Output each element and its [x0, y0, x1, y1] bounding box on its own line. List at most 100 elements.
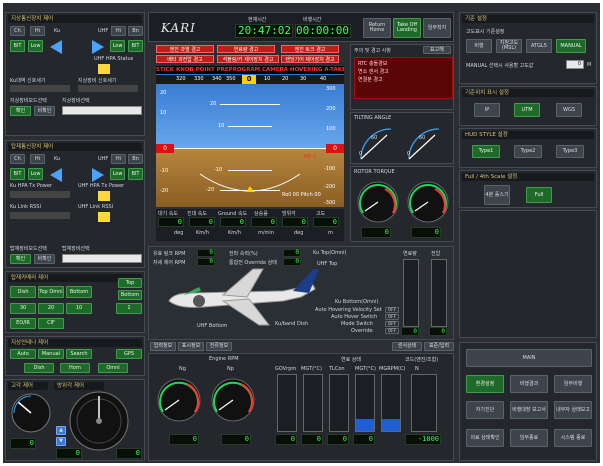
tab-current[interactable]: 전류정보 [206, 342, 232, 351]
bit-button-2[interactable]: BIT [128, 168, 143, 180]
flight-time-readout: 00:00:00 [295, 24, 351, 38]
hi-button-2[interactable]: Hi [111, 26, 126, 36]
col-label: N [415, 366, 419, 372]
low-button[interactable]: Low [28, 40, 43, 52]
takeoff-landing-button[interactable]: Take Off Landing [393, 18, 421, 38]
atgl-button[interactable]: ATGL5 [526, 39, 552, 53]
return-home-button[interactable]: Return Home [363, 18, 391, 38]
msl-button[interactable]: 지정고도(MSL) [496, 39, 522, 53]
wgs-button[interactable]: WGS [556, 103, 582, 117]
zoom-20-button[interactable]: 20 [38, 303, 64, 314]
bit-button-2[interactable]: BIT [128, 40, 143, 52]
tab-input[interactable]: 입력정보 [150, 342, 176, 351]
confirm-button[interactable]: 확인 [10, 106, 31, 116]
low-button-2[interactable]: Low [110, 168, 125, 180]
utm-button[interactable]: UTM [514, 103, 540, 117]
tilting-gauge-right: 0 60 [407, 128, 440, 160]
cif-button[interactable]: CIF [38, 318, 64, 329]
ch-button[interactable]: Ch [10, 26, 25, 36]
bottom-button-2[interactable]: Bottom [118, 290, 142, 300]
status-report-button[interactable]: 내부자 상태보고 [554, 401, 592, 419]
gauge-bar-5 [381, 374, 401, 432]
type1-button[interactable]: Type1 [472, 145, 500, 158]
arrow-left-icon[interactable] [50, 40, 62, 54]
flight-log-button[interactable]: 비행대장 보고서 [510, 401, 548, 419]
main-button[interactable]: MAIN [466, 349, 592, 367]
bit-button[interactable]: BIT [10, 40, 25, 52]
dish-button[interactable]: Dish [10, 286, 36, 298]
alarm-clear-button[interactable]: 표고해 [423, 46, 451, 54]
torque-gauge-left [357, 181, 399, 223]
tab-sensor[interactable]: 센서상태 [392, 342, 422, 351]
zoom-10-button[interactable]: 10 [66, 303, 92, 314]
readout-strip: 대기 속도 진대 속도 Ground 속도 상승률 방위각 고도 0 0 0 0… [156, 209, 344, 241]
unconfirm-button[interactable]: 비확인 [34, 106, 55, 116]
tab-standard[interactable]: 표준/입력 [424, 342, 454, 351]
speed-tick: -20 [160, 188, 169, 194]
flight-button[interactable]: 비행 [466, 39, 492, 53]
azimuth-gauge [69, 391, 129, 451]
fuel-status-header: 연료 상태 [341, 357, 361, 363]
bn-button[interactable]: Bn [128, 154, 143, 164]
low-button[interactable]: Low [28, 168, 43, 180]
switch-value[interactable]: OFF [385, 328, 399, 334]
hud-style-panel: HUD STYLE 설정 Type1 Type2 Type3 [459, 128, 597, 168]
ng-readout: 0 [169, 434, 199, 445]
arrow-right-icon[interactable] [92, 40, 104, 54]
quarter-scale-button[interactable]: 4분 홀스기 [484, 185, 510, 205]
switch-value[interactable]: OFF [385, 321, 399, 327]
medical-button[interactable]: 의료 상태확인 [466, 429, 504, 447]
dish-button[interactable]: Dish [24, 363, 54, 373]
down-button[interactable]: ▼ [56, 437, 66, 446]
eoir-button[interactable]: EO/IR [10, 318, 36, 329]
auto-button[interactable]: Auto [10, 349, 36, 359]
omni-button[interactable]: Omni [98, 363, 128, 373]
search-button[interactable]: Search [66, 349, 92, 359]
hi-button[interactable]: Hi [30, 154, 45, 164]
hi-button[interactable]: Hi [30, 26, 45, 36]
bottom-button[interactable]: Bottom [66, 286, 92, 298]
type3-button[interactable]: Type3 [556, 145, 584, 158]
mission-end-button[interactable]: 임무종료 [510, 429, 548, 447]
arrow-right-icon[interactable] [92, 168, 104, 182]
top-omni-button[interactable]: Top Omni [38, 286, 64, 298]
system-exit-button[interactable]: 시스템 종료 [554, 429, 592, 447]
equipment-select[interactable] [62, 106, 142, 115]
manual-button[interactable]: MANUAL [556, 39, 586, 53]
alt-box: 0 [326, 144, 344, 153]
low-button-2[interactable]: Low [110, 40, 125, 52]
manual-button[interactable]: Manual [38, 349, 64, 359]
fuel-bar [403, 259, 419, 327]
up-button[interactable]: ▲ [56, 426, 66, 435]
tab-display[interactable]: 표시정보 [178, 342, 204, 351]
type2-button[interactable]: Type2 [514, 145, 542, 158]
zoom-1-button[interactable]: 1 [116, 303, 142, 314]
equipment-select[interactable] [62, 254, 142, 263]
switch-value[interactable]: OFF [385, 314, 399, 320]
ip-button[interactable]: IP [474, 103, 500, 117]
bn-button[interactable]: Bn [128, 26, 143, 36]
env-settings-button[interactable]: 환경설정 [466, 375, 504, 393]
col-label: GOVrpm [275, 366, 297, 372]
manual-altitude-input[interactable]: 0 [566, 60, 584, 69]
mission-flight-button[interactable]: 임무비행 [554, 375, 592, 393]
top-button[interactable]: Top [118, 278, 142, 288]
ground-signal-label: 지상장비 신호세기 [78, 78, 117, 84]
switch-value[interactable]: OFF [385, 307, 399, 313]
link-rpm-readout: 0 [197, 249, 215, 257]
flight-result-button[interactable]: 비행결과 [510, 375, 548, 393]
hi-button-2[interactable]: Hi [111, 154, 126, 164]
confirm-button[interactable]: 확인 [10, 254, 31, 264]
mission-button[interactable]: 임무착지 [423, 18, 451, 38]
bit-button[interactable]: BIT [10, 168, 25, 180]
self-diagnosis-button[interactable]: 자기진단 [466, 401, 504, 419]
gps-button[interactable]: GPS [116, 349, 142, 359]
heading-tick: 30 [300, 76, 307, 82]
gauge-bar-4 [355, 374, 375, 432]
horn-button[interactable]: Horn [60, 363, 90, 373]
zoom-30-button[interactable]: 30 [10, 303, 36, 314]
arrow-left-icon[interactable] [50, 168, 62, 182]
full-scale-button[interactable]: Full [526, 187, 552, 203]
unconfirm-button[interactable]: 비확인 [34, 254, 55, 264]
ch-button[interactable]: Ch [10, 154, 25, 164]
